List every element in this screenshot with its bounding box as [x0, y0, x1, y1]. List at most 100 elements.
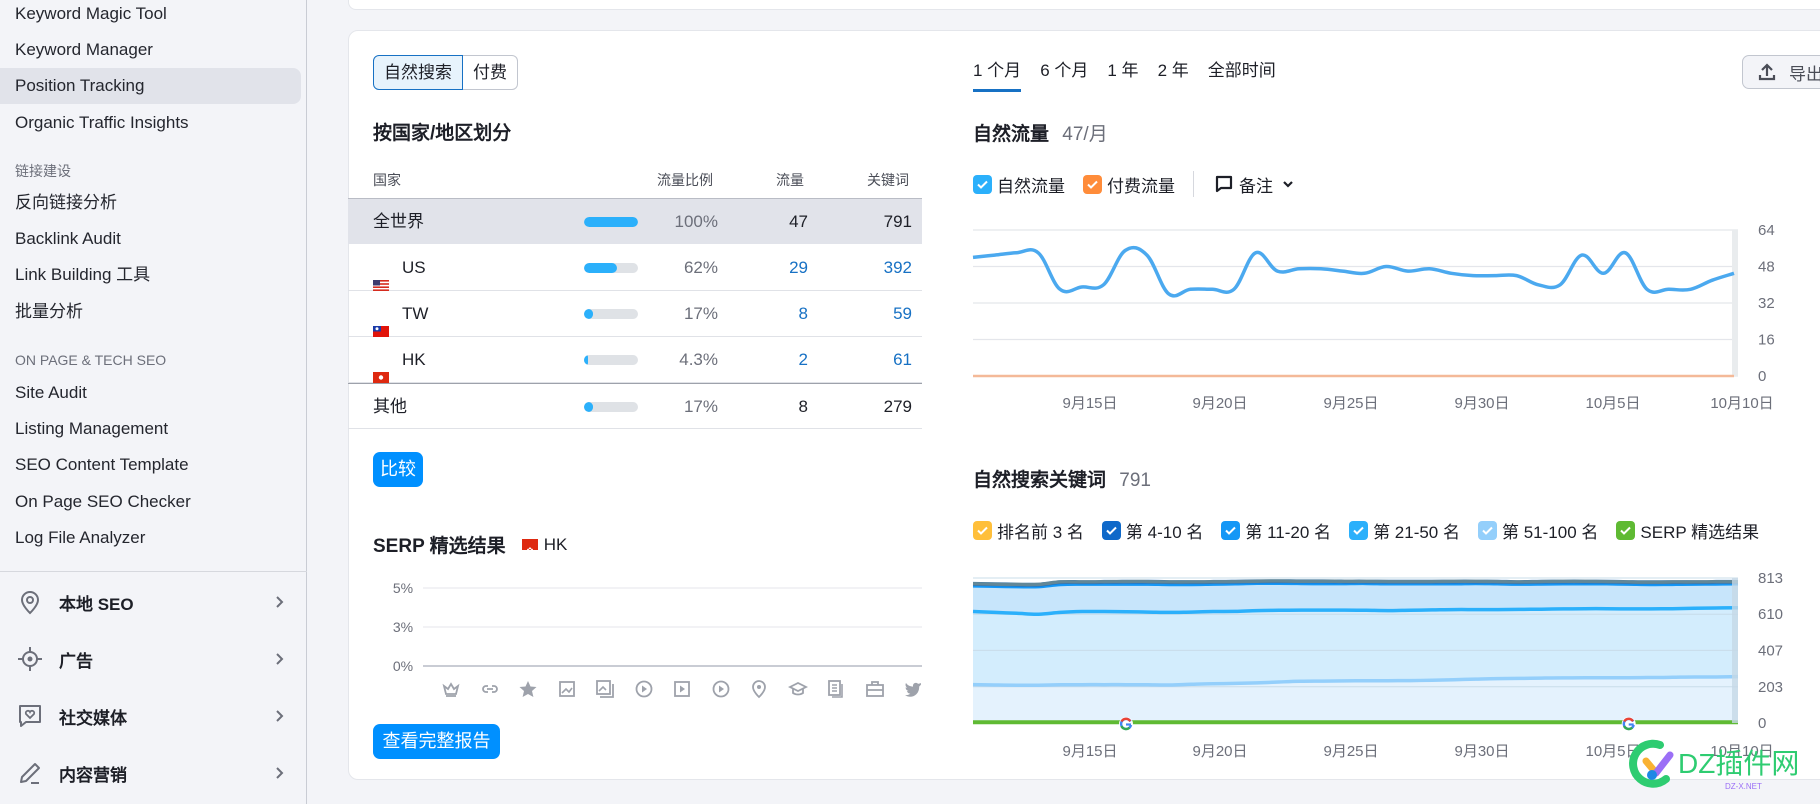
compare-button[interactable]: 比较: [373, 452, 423, 487]
toggle-paid[interactable]: 付费: [463, 55, 518, 90]
twitter-icon[interactable]: [894, 679, 933, 699]
link-icon[interactable]: [471, 679, 510, 699]
sidebar-item-link-building-tool[interactable]: Link Building 工具: [0, 257, 301, 293]
country-row[interactable]: HK 4.3% 2 61: [348, 337, 922, 383]
time-tab[interactable]: 全部时间: [1208, 58, 1276, 92]
news-icon[interactable]: [817, 679, 856, 699]
section-label-on-page: ON PAGE & TECH SEO: [15, 352, 167, 368]
crown-icon[interactable]: [432, 679, 471, 699]
sidebar-group-local-seo[interactable]: 本地 SEO: [0, 574, 307, 630]
x-tick-label: 9月25日: [1323, 743, 1378, 760]
legend-label: 付费流量: [1107, 176, 1175, 196]
video-icon[interactable]: [663, 679, 702, 699]
checkbox-checked-icon: [1349, 521, 1369, 540]
y-tick-label: 813: [1758, 570, 1783, 587]
legend-keyword-position[interactable]: SERP 精选结果: [1616, 518, 1759, 543]
country-name: 全世界: [373, 199, 424, 245]
sidebar-group-label: 社交媒体: [59, 708, 127, 728]
sidebar-item-keyword-manager[interactable]: Keyword Manager: [0, 32, 301, 68]
traffic-share-value: 17%: [683, 397, 718, 416]
country-row[interactable]: 全世界 100% 47 791: [348, 198, 922, 244]
star-icon[interactable]: [509, 679, 548, 699]
export-label: 导出: [1789, 64, 1820, 84]
y-tick-label: 3%: [393, 619, 413, 635]
sidebar-item-seo-content-template[interactable]: SEO Content Template: [0, 447, 301, 483]
google-update-icon[interactable]: [1119, 717, 1133, 731]
image-icon[interactable]: [548, 679, 587, 699]
image-pack-icon[interactable]: [586, 679, 625, 699]
comment-icon: [1215, 175, 1233, 193]
series-line-organic: [972, 245, 1735, 298]
traffic-value[interactable]: 8: [799, 291, 808, 337]
x-tick-label: 9月15日: [1062, 743, 1117, 760]
y-tick-label: 64: [1758, 222, 1775, 239]
keywords-value[interactable]: 392: [884, 245, 912, 291]
sidebar-item-listing-management[interactable]: Listing Management: [0, 411, 301, 447]
location-pin-icon[interactable]: [740, 679, 779, 699]
sidebar-group-advertising[interactable]: 广告: [0, 631, 307, 687]
checkbox-checked-icon: [973, 521, 992, 540]
legend-organic-traffic[interactable]: 自然流量: [973, 172, 1065, 197]
legend-label: SERP 精选结果: [1640, 523, 1760, 542]
sidebar-item-keyword-magic-tool[interactable]: Keyword Magic Tool: [0, 0, 301, 32]
graduation-cap-icon[interactable]: [779, 679, 818, 699]
country-label: 其他: [373, 397, 407, 416]
sidebar-item-backlink-analytics[interactable]: 反向链接分析: [0, 185, 301, 221]
keywords-value: 791: [883, 212, 912, 231]
google-update-icon[interactable]: [1621, 717, 1636, 731]
country-name: 其他: [373, 384, 407, 430]
legend-keyword-position[interactable]: 第 21-50 名: [1349, 518, 1460, 543]
chevron-right-icon: [276, 710, 284, 722]
country-name: US: [373, 245, 426, 291]
sidebar-item-position-tracking[interactable]: Position Tracking: [0, 68, 301, 104]
notes-dropdown[interactable]: 备注: [1214, 172, 1295, 197]
today-marker: [1732, 578, 1738, 723]
y-tick-label: 5%: [393, 580, 413, 596]
time-tab[interactable]: 6 个月: [1040, 58, 1088, 92]
keywords-total-value: 791: [1119, 470, 1151, 491]
country-row[interactable]: 其他 17% 8 279: [348, 383, 922, 429]
traffic-share-fill: [584, 263, 618, 273]
pencil-icon: [15, 758, 45, 788]
tw-flag-icon: [373, 309, 389, 337]
sidebar-item-bulk-analysis[interactable]: 批量分析: [0, 294, 301, 330]
video-play-icon[interactable]: [625, 679, 664, 699]
sidebar-item-backlink-audit[interactable]: Backlink Audit: [0, 221, 301, 257]
export-button[interactable]: 导出: [1742, 55, 1820, 89]
play-circle-icon[interactable]: [702, 679, 741, 699]
traffic-value[interactable]: 2: [799, 337, 808, 383]
x-tick-label: 9月20日: [1192, 743, 1247, 760]
col-header-keywords: 关键词: [867, 172, 909, 188]
legend-keyword-position[interactable]: 排名前 3 名: [973, 518, 1084, 543]
x-tick-label: 9月30日: [1454, 395, 1509, 412]
traffic-value[interactable]: 29: [789, 245, 808, 291]
keywords-value[interactable]: 61: [893, 337, 912, 383]
briefcase-icon[interactable]: [856, 679, 895, 699]
country-row[interactable]: US 62% 29 392: [348, 245, 922, 291]
view-full-report-button[interactable]: 查看完整报告: [373, 724, 500, 759]
serp-feature-icons: [432, 679, 933, 699]
legend-keyword-position[interactable]: 第 4-10 名: [1101, 518, 1203, 543]
sidebar-item-site-audit[interactable]: Site Audit: [0, 375, 301, 411]
hk-flag-icon: [373, 355, 389, 383]
country-row[interactable]: TW 17% 8 59: [348, 291, 922, 337]
country-label: US: [402, 258, 426, 277]
time-tab[interactable]: 1 个月: [973, 58, 1022, 92]
sidebar-group-social-media[interactable]: 社交媒体: [0, 688, 307, 744]
toggle-organic[interactable]: 自然搜索: [373, 55, 463, 90]
checkbox-checked-icon: [1101, 521, 1121, 540]
keywords-value[interactable]: 59: [893, 291, 912, 337]
sidebar-item-on-page-seo-checker[interactable]: On Page SEO Checker: [0, 484, 301, 520]
sidebar-item-organic-traffic-insights[interactable]: Organic Traffic Insights: [0, 105, 301, 141]
y-tick-label: 0: [1758, 715, 1766, 732]
sidebar-item-log-file-analyzer[interactable]: Log File Analyzer: [0, 520, 301, 556]
time-tab[interactable]: 1 年: [1107, 58, 1138, 92]
social-chat-icon: [15, 701, 45, 731]
traffic-share-value: 100%: [674, 212, 718, 231]
legend-keyword-position[interactable]: 第 51-100 名: [1478, 518, 1598, 543]
legend-keyword-position[interactable]: 第 11-20 名: [1221, 518, 1331, 543]
legend-paid-traffic[interactable]: 付费流量: [1083, 172, 1175, 197]
time-tab[interactable]: 2 年: [1158, 58, 1189, 92]
sidebar-group-content-marketing[interactable]: 内容营销: [0, 745, 307, 801]
x-tick-label: 9月15日: [1062, 395, 1117, 412]
